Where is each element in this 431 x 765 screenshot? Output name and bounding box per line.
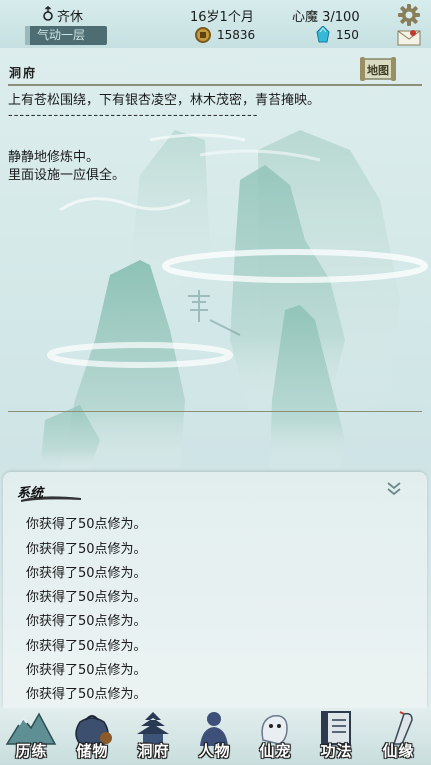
nav-label: 洞府 [137, 742, 170, 760]
status-line: 静静地修炼中。 [8, 150, 100, 165]
message-item: 你获得了50点修为。 [26, 663, 147, 678]
nav-item-character[interactable]: 人物 [184, 708, 245, 765]
location-panel: 洞府 地图 上有苍松围绕，下有银杏凌空，林木茂密，青苔掩映。 ---------… [0, 0, 431, 470]
nav-label: 人物 [198, 742, 231, 760]
bottom-divider [8, 411, 422, 412]
location-title: 洞府 [9, 66, 38, 80]
map-button[interactable]: 地图 [360, 56, 396, 82]
nav-item-storage[interactable]: 储物 [62, 708, 123, 765]
nav-label: 仙宠 [259, 742, 292, 760]
bottom-nav: 历练 储物 洞府 人物 仙宠 功法 仙缘 [0, 708, 431, 765]
nav-label: 功法 [320, 742, 353, 760]
message-item: 你获得了50点修为。 [26, 639, 147, 654]
chevron-down-icon[interactable] [385, 480, 403, 498]
nav-item-fate[interactable]: 仙缘 [368, 708, 429, 765]
top-divider [8, 84, 422, 86]
message-item: 你获得了50点修为。 [26, 517, 147, 532]
system-title: 系统 [17, 486, 44, 501]
nav-label: 历练 [15, 742, 48, 760]
message-item: 你获得了50点修为。 [26, 687, 147, 702]
nav-label: 仙缘 [382, 742, 415, 760]
message-item: 你获得了50点修为。 [26, 614, 147, 629]
status-line: 里面设施一应俱全。 [8, 168, 126, 183]
message-item: 你获得了50点修为。 [26, 542, 147, 557]
system-message-panel[interactable]: 系统 你获得了50点修为。 你获得了50点修为。 你获得了50点修为。 你获得了… [3, 472, 427, 708]
nav-label: 储物 [76, 742, 109, 760]
nav-item-cave[interactable]: 洞府 [123, 708, 184, 765]
nav-item-pet[interactable]: 仙宠 [245, 708, 306, 765]
dashed-separator: ----------------------------------------… [8, 108, 259, 123]
nav-item-skills[interactable]: 功法 [306, 708, 367, 765]
message-item: 你获得了50点修为。 [26, 566, 147, 581]
nav-item-training[interactable]: 历练 [1, 708, 62, 765]
location-description: 上有苍松围绕，下有银杏凌空，林木茂密，青苔掩映。 [8, 93, 321, 108]
message-item: 你获得了50点修为。 [26, 590, 147, 605]
map-label: 地图 [367, 64, 389, 77]
